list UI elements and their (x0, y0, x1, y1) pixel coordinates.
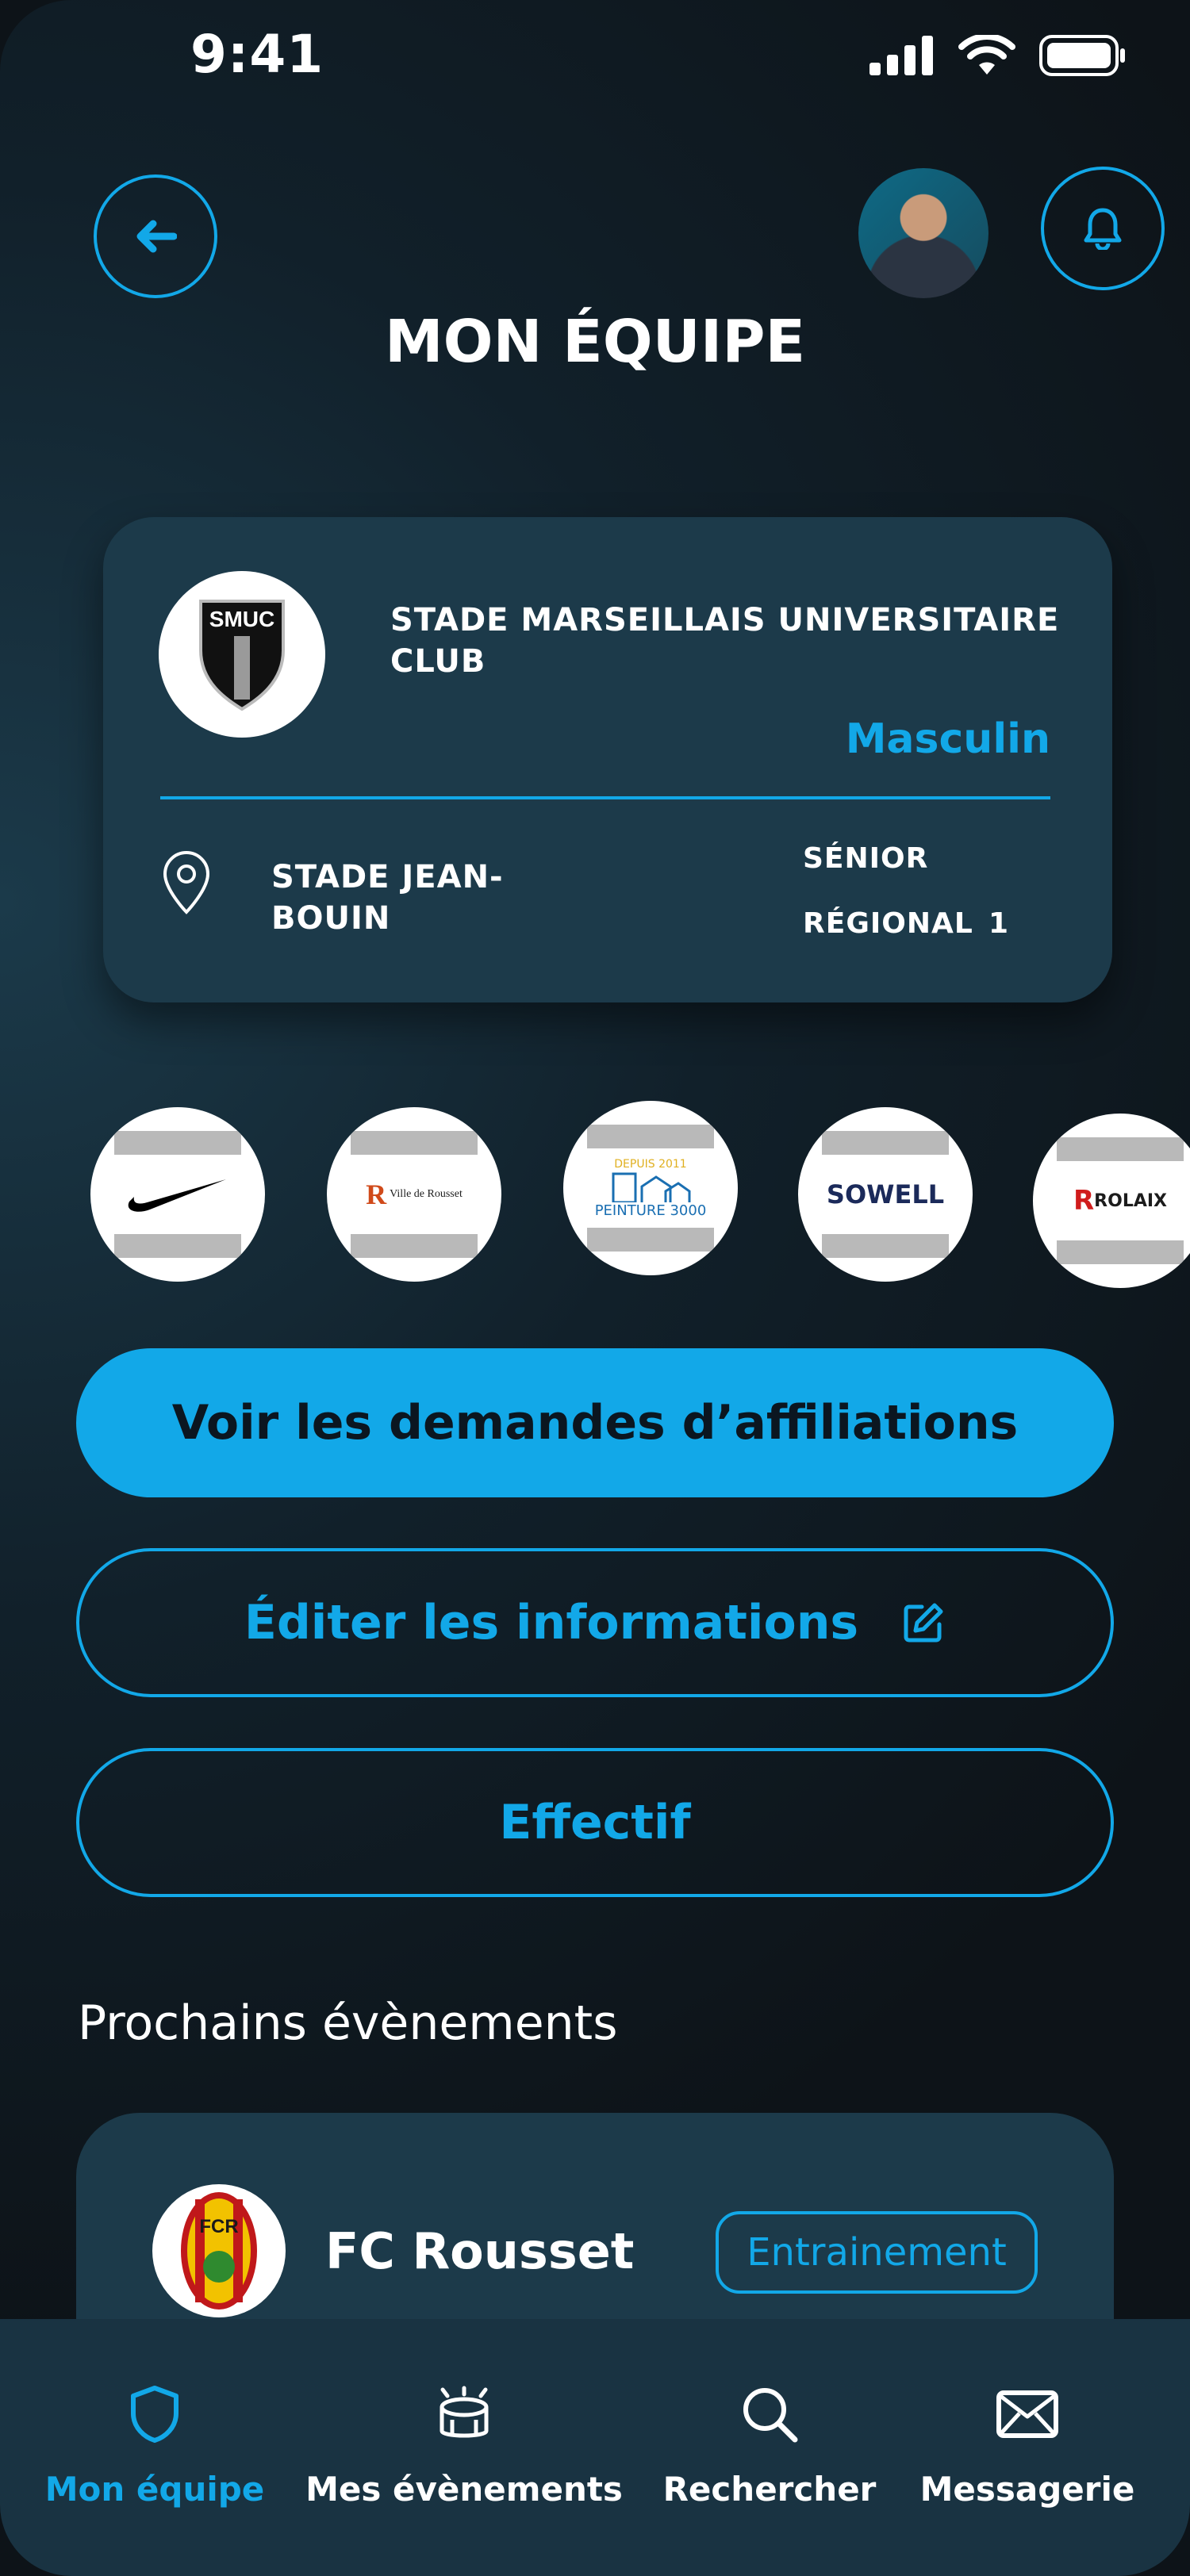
signal-icon (869, 36, 933, 75)
event-type-badge: Entrainement (716, 2211, 1038, 2294)
team-level-number: 1 (988, 907, 1009, 940)
effectif-label: Effectif (499, 1795, 691, 1850)
location-pin-icon (163, 851, 210, 914)
nike-swoosh-icon (128, 1179, 226, 1212)
card-divider (160, 796, 1050, 799)
sponsor-name: PEINTURE 3000 (594, 1202, 707, 1219)
back-button[interactable] (94, 174, 217, 298)
sponsor-ville-de-rousset[interactable]: R Ville de Rousset (327, 1107, 501, 1282)
edit-information-label: Éditer les informations (244, 1595, 859, 1650)
tab-label: Mon équipe (44, 2470, 265, 2509)
event-team-name: FC Rousset (325, 2222, 635, 2280)
stadium-icon (440, 2386, 489, 2438)
bottom-tab-bar: Mon équipe Mes évènements Rechercher Mes… (0, 2319, 1190, 2576)
arrow-left-icon (136, 220, 177, 253)
tab-messagerie[interactable]: Messagerie (912, 2319, 1142, 2509)
team-category: SÉNIOR (803, 842, 929, 875)
battery-icon (1039, 35, 1125, 76)
edit-icon (904, 1603, 943, 1643)
sponsor-rolaix[interactable]: R ROLAIX (1033, 1114, 1190, 1288)
sponsor-peinture-3000[interactable]: DEPUIS 2011 PEINTURE 3000 (563, 1101, 738, 1275)
tab-label: Rechercher (662, 2470, 877, 2509)
page-title: MON ÉQUIPE (384, 308, 806, 376)
team-name: STADE MARSEILLAIS UNIVERSITAIRE CLUB (390, 602, 1060, 680)
team-stadium: STADE JEAN-BOUIN (271, 859, 504, 937)
edit-information-button[interactable]: Éditer les informations (76, 1548, 1114, 1697)
bell-icon (1084, 208, 1122, 250)
tab-mes-evenements[interactable]: Mes évènements (305, 2319, 623, 2509)
mail-icon (996, 2390, 1058, 2438)
tab-rechercher[interactable]: Rechercher (658, 2319, 881, 2509)
sponsor-tagline: DEPUIS 2011 (614, 1157, 687, 1171)
svg-text:SMUC: SMUC (209, 607, 274, 631)
tab-mon-equipe[interactable]: Mon équipe (44, 2319, 265, 2509)
event-team-logo: FCR (152, 2184, 286, 2317)
avatar[interactable] (858, 168, 988, 298)
view-affiliation-requests-label: Voir les demandes d’affiliations (171, 1395, 1019, 1451)
sponsor-name: ROLAIX (1094, 1190, 1168, 1211)
building-icon (612, 1172, 691, 1202)
tab-label: Mes évènements (305, 2470, 623, 2509)
team-gender: Masculin (845, 715, 1050, 763)
wifi-icon (958, 35, 1015, 75)
shield-icon (131, 2386, 178, 2443)
status-icons (869, 35, 1127, 76)
app-screen: 9:41 MON ÉQUIPE SMUC STADE MARSEILLAIS U… (0, 0, 1190, 2576)
status-time: 9:41 (190, 24, 324, 85)
notifications-button[interactable] (1041, 167, 1165, 290)
search-icon (743, 2388, 798, 2443)
sponsor-sowell[interactable]: SOWELL (798, 1107, 973, 1282)
fc-rousset-crest-icon: FCR (181, 2192, 257, 2310)
effectif-button[interactable]: Effectif (76, 1748, 1114, 1897)
sponsor-name: Ville de Rousset (390, 1188, 463, 1200)
sponsor-nike[interactable] (90, 1107, 265, 1282)
team-crest: SMUC (159, 571, 325, 738)
view-affiliation-requests-button[interactable]: Voir les demandes d’affiliations (76, 1348, 1114, 1497)
svg-text:FCR: FCR (199, 2216, 238, 2237)
tab-label: Messagerie (919, 2470, 1135, 2509)
sponsor-name: SOWELL (826, 1179, 945, 1209)
team-level: RÉGIONAL (803, 907, 973, 940)
shield-crest-icon: SMUC (199, 600, 285, 711)
upcoming-events-title: Prochains évènements (78, 1995, 618, 2051)
team-card[interactable]: SMUC STADE MARSEILLAIS UNIVERSITAIRE CLU… (103, 517, 1112, 1002)
